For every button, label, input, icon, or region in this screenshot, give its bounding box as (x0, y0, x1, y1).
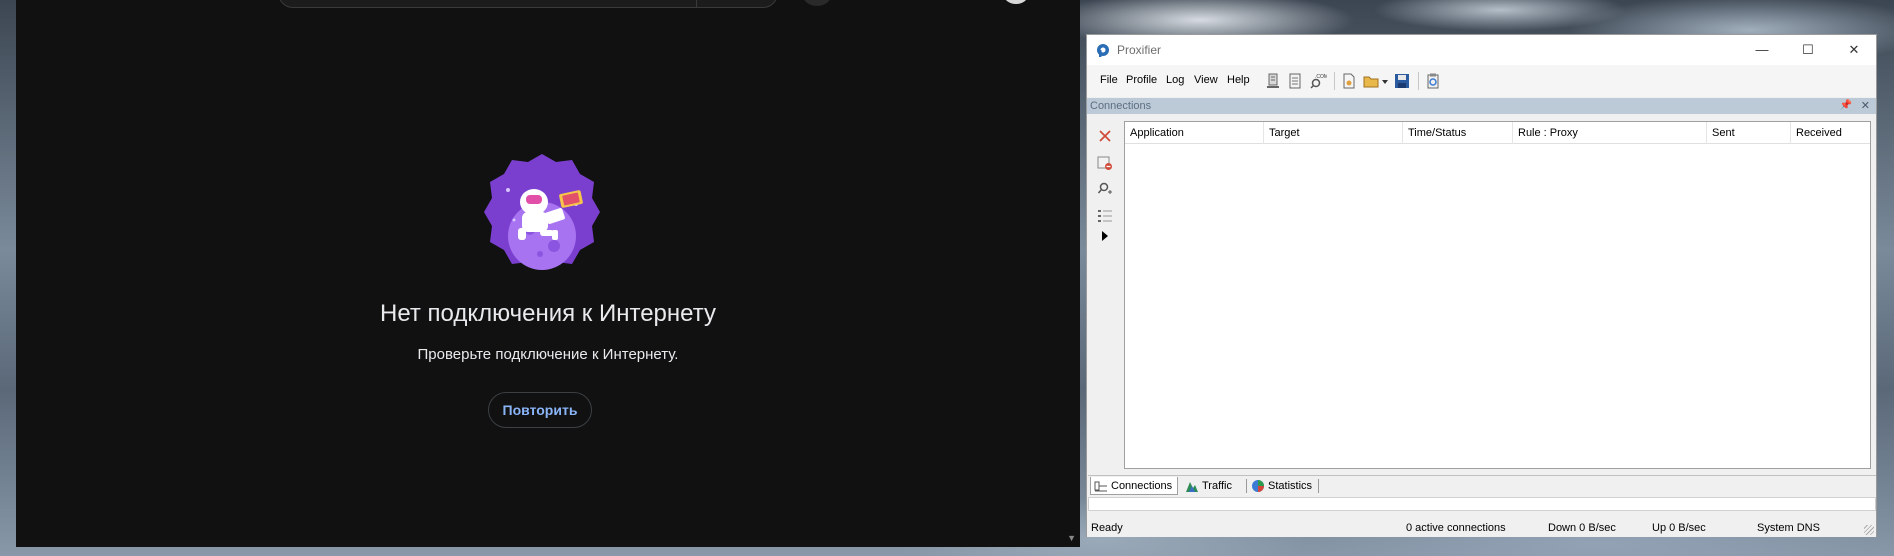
name-resolution-icon[interactable]: .COM (1309, 72, 1327, 90)
tab-label: Connections (1111, 480, 1173, 492)
offline-subtitle: Проверьте подключение к Интернету. (417, 346, 679, 363)
status-download-rate: Down 0 B/sec (1548, 522, 1616, 534)
block-icon[interactable] (1096, 154, 1114, 172)
proxification-rules-icon[interactable] (1286, 72, 1304, 90)
clipboard-icon[interactable] (1424, 72, 1442, 90)
proxy-servers-icon[interactable] (1264, 72, 1282, 90)
column-rule-proxy[interactable]: Rule : Proxy (1513, 122, 1707, 144)
column-application[interactable]: Application (1125, 122, 1264, 144)
tab-statistics[interactable]: Statistics (1248, 477, 1317, 495)
details-icon[interactable] (1096, 207, 1114, 225)
bottom-tab-strip: Connections Traffic Statistics (1088, 475, 1876, 495)
address-bar-divider (696, 0, 697, 8)
browser-window: Нет подключения к Интернету Проверьте по… (16, 0, 1080, 547)
find-icon[interactable] (1096, 180, 1114, 198)
new-profile-icon[interactable] (1340, 72, 1358, 90)
menu-view[interactable]: View (1194, 74, 1218, 86)
connections-icon (1094, 481, 1107, 492)
column-time-status[interactable]: Time/Status (1403, 122, 1513, 144)
side-toolbar (1088, 117, 1122, 469)
panel-close-icon[interactable]: ✕ (1861, 98, 1870, 114)
column-received[interactable]: Received (1791, 122, 1871, 144)
pin-icon[interactable]: 📌 (1840, 98, 1852, 114)
status-dns: System DNS (1757, 522, 1820, 534)
horizontal-scrollbar[interactable] (1088, 497, 1876, 511)
status-bar: Ready 0 active connections Down 0 B/sec … (1087, 518, 1876, 537)
menu-file[interactable]: File (1100, 74, 1118, 86)
astronaut-illustration-icon (484, 154, 600, 270)
column-sent[interactable]: Sent (1707, 122, 1791, 144)
retry-button[interactable]: Повторить (488, 392, 592, 428)
resize-grip[interactable] (1864, 525, 1874, 535)
proxifier-logo-icon (1097, 44, 1109, 57)
title-bar[interactable]: Proxifier — ☐ ✕ (1087, 35, 1876, 65)
connections-panel-header: Connections 📌 ✕ (1087, 98, 1876, 114)
status-ready: Ready (1091, 522, 1123, 534)
address-bar[interactable] (278, 0, 778, 8)
tab-separator (1318, 479, 1319, 493)
offline-title: Нет подключения к Интернету (380, 300, 716, 327)
menu-bar: File Profile Log View Help .COM (1087, 65, 1876, 97)
traffic-icon (1186, 482, 1198, 492)
proxifier-window: Proxifier — ☐ ✕ File Profile Log View He… (1086, 34, 1877, 537)
column-target[interactable]: Target (1264, 122, 1403, 144)
status-active-connections: 0 active connections (1406, 522, 1506, 534)
maximize-button[interactable]: ☐ (1785, 35, 1831, 65)
tab-separator (1246, 479, 1247, 493)
scroll-down-arrow-icon[interactable]: ▼ (1067, 533, 1076, 543)
close-button[interactable]: ✕ (1831, 35, 1877, 65)
menu-log[interactable]: Log (1166, 74, 1184, 86)
statistics-icon (1252, 480, 1264, 492)
toolbar-separator (1418, 72, 1419, 90)
tab-connections[interactable]: Connections (1090, 477, 1179, 495)
minimize-button[interactable]: — (1739, 35, 1785, 65)
tab-label: Statistics (1268, 480, 1313, 492)
panel-title: Connections (1090, 100, 1152, 112)
profile-avatar[interactable] (1004, 0, 1028, 4)
close-connection-icon[interactable] (1096, 127, 1114, 145)
tab-label: Traffic (1202, 480, 1232, 492)
open-profile-icon[interactable] (1362, 72, 1390, 90)
status-upload-rate: Up 0 B/sec (1652, 522, 1706, 534)
connections-table[interactable]: Application Target Time/Status Rule : Pr… (1124, 121, 1871, 469)
tab-traffic[interactable]: Traffic (1182, 477, 1237, 495)
toolbar-button[interactable] (802, 0, 832, 6)
expand-arrow-icon[interactable] (1096, 227, 1114, 245)
menu-help[interactable]: Help (1227, 74, 1250, 86)
toolbar-separator (1334, 72, 1335, 90)
save-profile-icon[interactable] (1393, 72, 1411, 90)
window-title: Proxifier (1117, 43, 1162, 57)
table-header: Application Target Time/Status Rule : Pr… (1125, 122, 1870, 144)
menu-profile[interactable]: Profile (1126, 74, 1157, 86)
